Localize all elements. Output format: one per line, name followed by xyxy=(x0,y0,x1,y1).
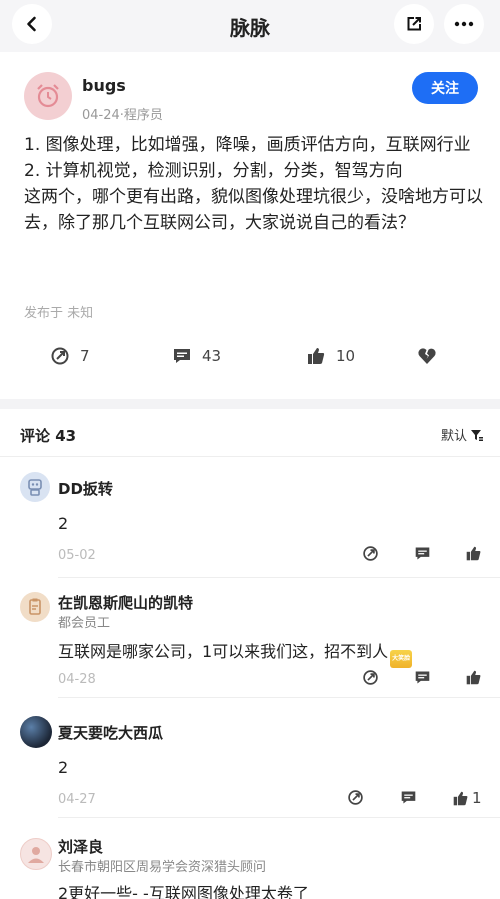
comment-text: 2 xyxy=(58,514,69,533)
repost-icon xyxy=(363,546,378,561)
sort-button[interactable]: 默认 xyxy=(441,425,484,444)
comment-text: 2 xyxy=(58,758,69,777)
commenter-name[interactable]: DD扳转 xyxy=(58,478,113,499)
post-card: bugs 04-24·程序员 关注 1. 图像处理，比如增强，降噪，画质评估方向… xyxy=(0,52,500,399)
commenter-avatar[interactable] xyxy=(20,716,52,748)
like-count: 10 xyxy=(336,347,356,365)
dislike-action[interactable] xyxy=(417,346,437,366)
author-avatar[interactable] xyxy=(24,72,72,120)
person-avatar-icon xyxy=(28,847,44,863)
comment-like-button[interactable]: 1 xyxy=(452,789,482,807)
comment-item: 夏天要吃大西瓜 2 04-27 1 xyxy=(0,698,500,818)
sort-filter-icon xyxy=(471,429,483,441)
comment-icon xyxy=(174,349,190,363)
robot-avatar-icon xyxy=(28,479,42,496)
thumb-up-icon xyxy=(466,670,481,685)
comment-text-body: 互联网是哪家公司，1可以来我们这，招不到人 xyxy=(58,642,389,661)
commenter-name[interactable]: 夏天要吃大西瓜 xyxy=(58,722,163,743)
comment-repost-button[interactable] xyxy=(362,669,379,686)
comment-like-button[interactable] xyxy=(465,545,485,562)
commenter-avatar[interactable] xyxy=(20,472,50,502)
commenter-name[interactable]: 在凯恩斯爬山的凯特 xyxy=(58,592,193,613)
comment-repost-button[interactable] xyxy=(362,545,379,562)
comments-header: 评论 43 默认 xyxy=(0,409,500,457)
commenter-title: 都会员工 xyxy=(58,616,111,631)
more-icon xyxy=(454,21,474,27)
comment-item: DD扳转 2 05-02 xyxy=(0,458,500,578)
sort-label: 默认 xyxy=(440,429,467,444)
post-actions: 7 43 10 xyxy=(0,346,500,370)
comment-text: 互联网是哪家公司，1可以来我们这，招不到人 大笑脸 xyxy=(58,638,413,668)
comments-count-label: 评论 43 xyxy=(20,427,77,445)
follow-button[interactable]: 关注 xyxy=(412,72,478,104)
comment-count: 43 xyxy=(202,347,222,365)
commenter-title: 长春市朝阳区周易学会资深猎头顾问 xyxy=(58,860,267,875)
repost-icon xyxy=(51,347,69,365)
commenter-avatar[interactable] xyxy=(20,592,50,622)
comment-like-button[interactable] xyxy=(465,669,485,686)
comment-text: 2更好一些- -互联网图像处理太卷了 xyxy=(58,884,309,899)
share-button[interactable] xyxy=(394,4,434,44)
alarm-clock-icon xyxy=(37,84,59,108)
comment-icon xyxy=(415,671,430,684)
share-icon xyxy=(407,17,421,31)
comment-action[interactable]: 43 xyxy=(172,346,221,366)
comment-reply-button[interactable] xyxy=(414,545,431,562)
comment-date: 04-28 xyxy=(58,672,96,687)
thumb-up-icon xyxy=(453,791,468,805)
comment-date: 05-02 xyxy=(58,548,96,563)
post-meta: 04-24·程序员 xyxy=(82,108,163,123)
thumb-up-icon xyxy=(308,348,325,364)
comment-item: 在凯恩斯爬山的凯特 都会员工 互联网是哪家公司，1可以来我们这，招不到人 大笑脸 … xyxy=(0,578,500,698)
post-content: 1. 图像处理，比如增强，降噪，画质评估方向，互联网行业 2. 计算机视觉，检测… xyxy=(24,135,483,233)
author-name[interactable]: bugs xyxy=(82,76,126,95)
repost-action[interactable]: 7 xyxy=(50,346,90,366)
broken-heart-icon xyxy=(418,348,436,364)
repost-count: 7 xyxy=(80,347,90,365)
comment-icon xyxy=(415,547,430,560)
comment-reply-button[interactable] xyxy=(414,669,431,686)
laughing-emoji-sticker: 大笑脸 xyxy=(390,650,413,668)
more-button[interactable] xyxy=(444,4,484,44)
thumb-up-icon xyxy=(466,546,481,561)
comment-item: 刘泽良 长春市朝阳区周易学会资深猎头顾问 2更好一些- -互联网图像处理太卷了 xyxy=(0,818,500,899)
commenter-avatar[interactable] xyxy=(20,838,52,870)
comment-date: 04-27 xyxy=(58,792,96,807)
comment-reply-button[interactable] xyxy=(400,789,417,806)
repost-icon xyxy=(363,670,378,685)
section-separator xyxy=(0,399,500,409)
published-info: 发布于 未知 xyxy=(24,306,94,321)
comment-repost-button[interactable] xyxy=(347,789,364,806)
repost-icon xyxy=(348,790,363,805)
clipboard-avatar-icon xyxy=(29,598,41,615)
like-action[interactable]: 10 xyxy=(306,346,355,366)
top-nav: 脉脉 xyxy=(0,0,500,52)
comment-icon xyxy=(401,791,416,804)
comment-like-count: 1 xyxy=(472,789,482,807)
commenter-name[interactable]: 刘泽良 xyxy=(58,836,103,857)
